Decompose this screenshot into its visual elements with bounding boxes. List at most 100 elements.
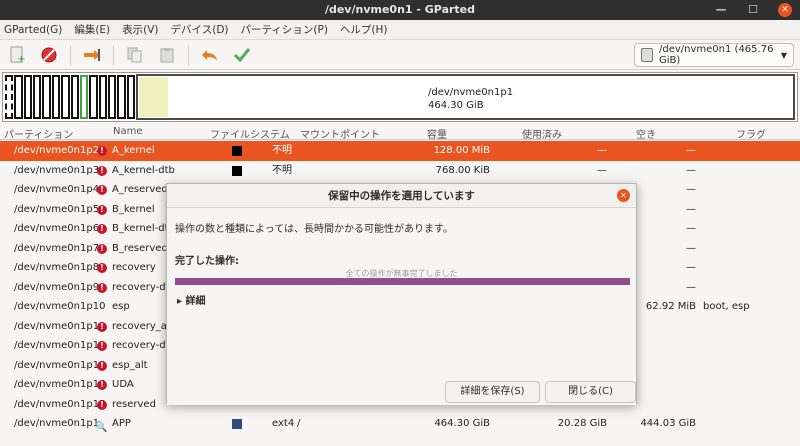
partition-block[interactable] <box>98 75 107 119</box>
partition-block[interactable] <box>117 75 126 119</box>
partition-block-name: /dev/nvme0n1p1 <box>428 87 514 98</box>
apply-check-icon[interactable] <box>231 44 253 66</box>
cell-free: — <box>686 145 696 156</box>
partition-block[interactable] <box>107 75 117 119</box>
window-title: /dev/nvme0n1 - GParted <box>324 3 476 16</box>
device-selector[interactable]: /dev/nvme0n1 (465.76 GiB) ▼ <box>634 43 794 67</box>
menu-device[interactable]: デバイス(D) <box>171 22 229 37</box>
cell-used: — <box>597 145 607 156</box>
partition-block[interactable] <box>89 75 98 119</box>
svg-text:+: + <box>17 54 25 64</box>
menu-view[interactable]: 表示(V) <box>122 22 158 37</box>
cell-free: 444.03 GiB <box>640 418 696 429</box>
filesystem-color-swatch <box>232 146 242 156</box>
cell-used: — <box>597 164 607 176</box>
progress-fill <box>175 278 630 285</box>
details-expander[interactable]: ▸ 詳細 <box>177 292 206 307</box>
partition-block[interactable] <box>126 75 136 119</box>
partition-block[interactable] <box>70 75 79 119</box>
table-row[interactable]: /dev/nvme0n1p3! A_kernel-dtb 不明 768.00 KiB —… <box>0 161 800 181</box>
col-size[interactable]: 容量 <box>427 126 447 141</box>
cell-partition: /dev/nvme0n1p5 <box>14 203 100 215</box>
cell-partition: /dev/nvme0n1p1 <box>14 418 100 429</box>
apply-operations-dialog: 保留中の操作を適用しています ✕ 操作の数と種類によっては、長時間かかる可能性が… <box>166 183 637 405</box>
dialog-body: 操作の数と種類によっては、長時間かかる可能性があります。 完了した操作: 全ての… <box>167 208 636 405</box>
partition-block-esp[interactable] <box>79 75 89 119</box>
cell-size: 768.00 KiB <box>435 164 490 176</box>
warning-icon: ! <box>97 380 107 390</box>
menu-help[interactable]: ヘルプ(H) <box>340 22 388 37</box>
partition-block-app[interactable]: /dev/nvme0n1p1 464.30 GiB <box>136 74 795 120</box>
warning-icon: ! <box>97 399 107 410</box>
dialog-close-icon[interactable]: ✕ <box>617 189 630 202</box>
partition-block[interactable] <box>61 75 70 119</box>
partition-block[interactable] <box>33 75 42 119</box>
expander-arrow-icon: ▸ <box>177 296 186 307</box>
delete-icon[interactable] <box>38 44 60 66</box>
warning-icon: ! <box>97 224 107 234</box>
undo-icon[interactable] <box>199 44 221 66</box>
paste-icon[interactable] <box>156 44 178 66</box>
cell-name: B_reserved_ <box>112 242 173 254</box>
col-used[interactable]: 使用済み <box>522 126 562 141</box>
cell-size: 128.00 MiB <box>433 145 490 156</box>
warning-icon: ! <box>97 360 107 371</box>
cell-flags: boot, esp <box>703 301 750 312</box>
partition-block[interactable] <box>42 75 51 119</box>
partition-block[interactable] <box>14 75 23 119</box>
copy-icon[interactable] <box>124 44 146 66</box>
cell-name: recovery <box>112 262 156 273</box>
col-partition[interactable]: パーティション <box>4 126 73 141</box>
new-partition-icon[interactable]: + <box>6 44 28 66</box>
maximize-icon[interactable]: ☐ <box>746 3 760 17</box>
disk-graphic: /dev/nvme0n1p1 464.30 GiB <box>2 72 798 122</box>
warning-icon: ! <box>97 282 107 293</box>
cell-filesystem: 不明 <box>272 145 292 156</box>
toolbar-separator <box>113 44 114 65</box>
cell-partition: /dev/nvme0n1p4 <box>14 184 100 195</box>
minimize-icon[interactable]: — <box>714 3 728 17</box>
cell-partition: /dev/nvme0n1p14 <box>14 379 106 390</box>
cell-mountpoint: / <box>297 418 301 429</box>
partition-block[interactable] <box>5 75 14 119</box>
menu-bar: GParted(G) 編集(E) 表示(V) デバイス(D) パーティション(P… <box>0 20 800 40</box>
menu-partition[interactable]: パーティション(P) <box>241 22 328 37</box>
cell-free: 62.92 MiB <box>645 301 696 312</box>
cell-partition: /dev/nvme0n1p2 <box>14 145 100 156</box>
cell-name: A_kernel <box>112 145 155 156</box>
partition-block[interactable] <box>23 75 33 119</box>
cell-free: — <box>686 281 696 293</box>
partition-block[interactable] <box>51 75 61 119</box>
close-icon[interactable]: ✕ <box>778 3 792 17</box>
cell-name: B_kernel <box>112 203 155 215</box>
menu-edit[interactable]: 編集(E) <box>74 22 110 37</box>
filesystem-color-swatch <box>232 165 242 176</box>
menu-gparted[interactable]: GParted(G) <box>4 24 62 36</box>
progress-bar <box>175 278 630 285</box>
cell-free: — <box>686 203 696 215</box>
cell-name: reserved <box>112 398 156 410</box>
cell-free: — <box>686 223 696 234</box>
cell-name: UDA <box>112 379 134 390</box>
cell-partition: /dev/nvme0n1p6 <box>14 223 100 234</box>
col-flags[interactable]: フラグ <box>736 126 766 141</box>
col-free[interactable]: 空き <box>636 126 656 141</box>
warning-icon: ! <box>97 165 107 176</box>
toolbar-separator <box>70 44 71 65</box>
table-row[interactable]: /dev/nvme0n1p2! A_kernel 不明 128.00 MiB — — <box>0 141 800 161</box>
warning-icon: ! <box>97 263 107 273</box>
col-mountpoint[interactable]: マウントポイント <box>300 126 380 141</box>
close-button[interactable]: 閉じる(C) <box>545 381 636 403</box>
title-bar: /dev/nvme0n1 - GParted — ☐ ✕ <box>0 0 800 20</box>
warning-icon: ! <box>97 321 107 332</box>
details-label: 詳細 <box>185 296 206 307</box>
cell-used: 20.28 GiB <box>557 418 607 429</box>
save-details-button[interactable]: 詳細を保存(S) <box>445 381 540 403</box>
col-filesystem[interactable]: ファイルシステム <box>210 126 290 141</box>
warning-icon: ! <box>97 146 107 156</box>
col-name[interactable]: Name <box>113 126 143 137</box>
cell-free: — <box>686 262 696 273</box>
resize-move-icon[interactable] <box>81 44 103 66</box>
table-row[interactable]: /dev/nvme0n1p1 🔍 APP ext4/ 464.30 GiB 20.28 G… <box>0 414 800 434</box>
cell-name: recovery_alt <box>112 320 174 332</box>
